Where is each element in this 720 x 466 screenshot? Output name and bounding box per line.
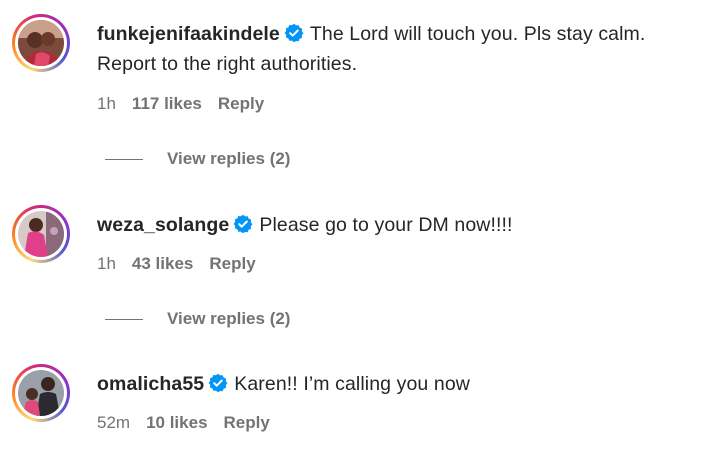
reply-button[interactable]: Reply <box>209 254 255 273</box>
reply-button[interactable]: Reply <box>218 94 264 113</box>
verified-badge-icon <box>233 214 253 234</box>
comment-timestamp: 52m <box>97 413 131 432</box>
reply-button[interactable]: Reply <box>224 413 270 432</box>
comment-timestamp: 1h <box>97 254 116 273</box>
comment-meta: 52m 10 likes Reply <box>97 413 286 433</box>
comment-timestamp: 1h <box>97 94 116 113</box>
comment-username[interactable]: funkejenifaakindele <box>97 23 280 45</box>
profile-photo-icon <box>18 20 64 66</box>
verified-badge-icon <box>208 373 228 393</box>
comment-text: Please go to your DM now!!!! <box>259 214 513 236</box>
profile-photo-icon <box>18 211 64 257</box>
comment-username[interactable]: omalicha55 <box>97 373 204 395</box>
comment-likes[interactable]: 117 likes <box>132 94 202 113</box>
verified-badge-icon <box>284 23 304 43</box>
view-replies-label: View replies (2) <box>167 309 291 328</box>
view-replies-label: View replies (2) <box>167 149 291 168</box>
avatar[interactable] <box>12 364 70 422</box>
comment-likes[interactable]: 43 likes <box>132 254 193 273</box>
avatar[interactable] <box>12 205 70 263</box>
view-replies-button[interactable]: View replies (2) <box>105 309 290 329</box>
divider-line <box>105 319 143 321</box>
view-replies-button[interactable]: View replies (2) <box>105 149 290 169</box>
comment-username[interactable]: weza_solange <box>97 214 229 236</box>
divider-line <box>105 159 143 161</box>
profile-photo-icon <box>18 370 64 416</box>
comment-likes[interactable]: 10 likes <box>146 413 207 432</box>
avatar[interactable] <box>12 14 70 72</box>
comment-meta: 1h 117 likes Reply <box>97 94 280 114</box>
comment-meta: 1h 43 likes Reply <box>97 254 272 274</box>
comment-text: Karen!! I’m calling you now <box>234 373 470 395</box>
